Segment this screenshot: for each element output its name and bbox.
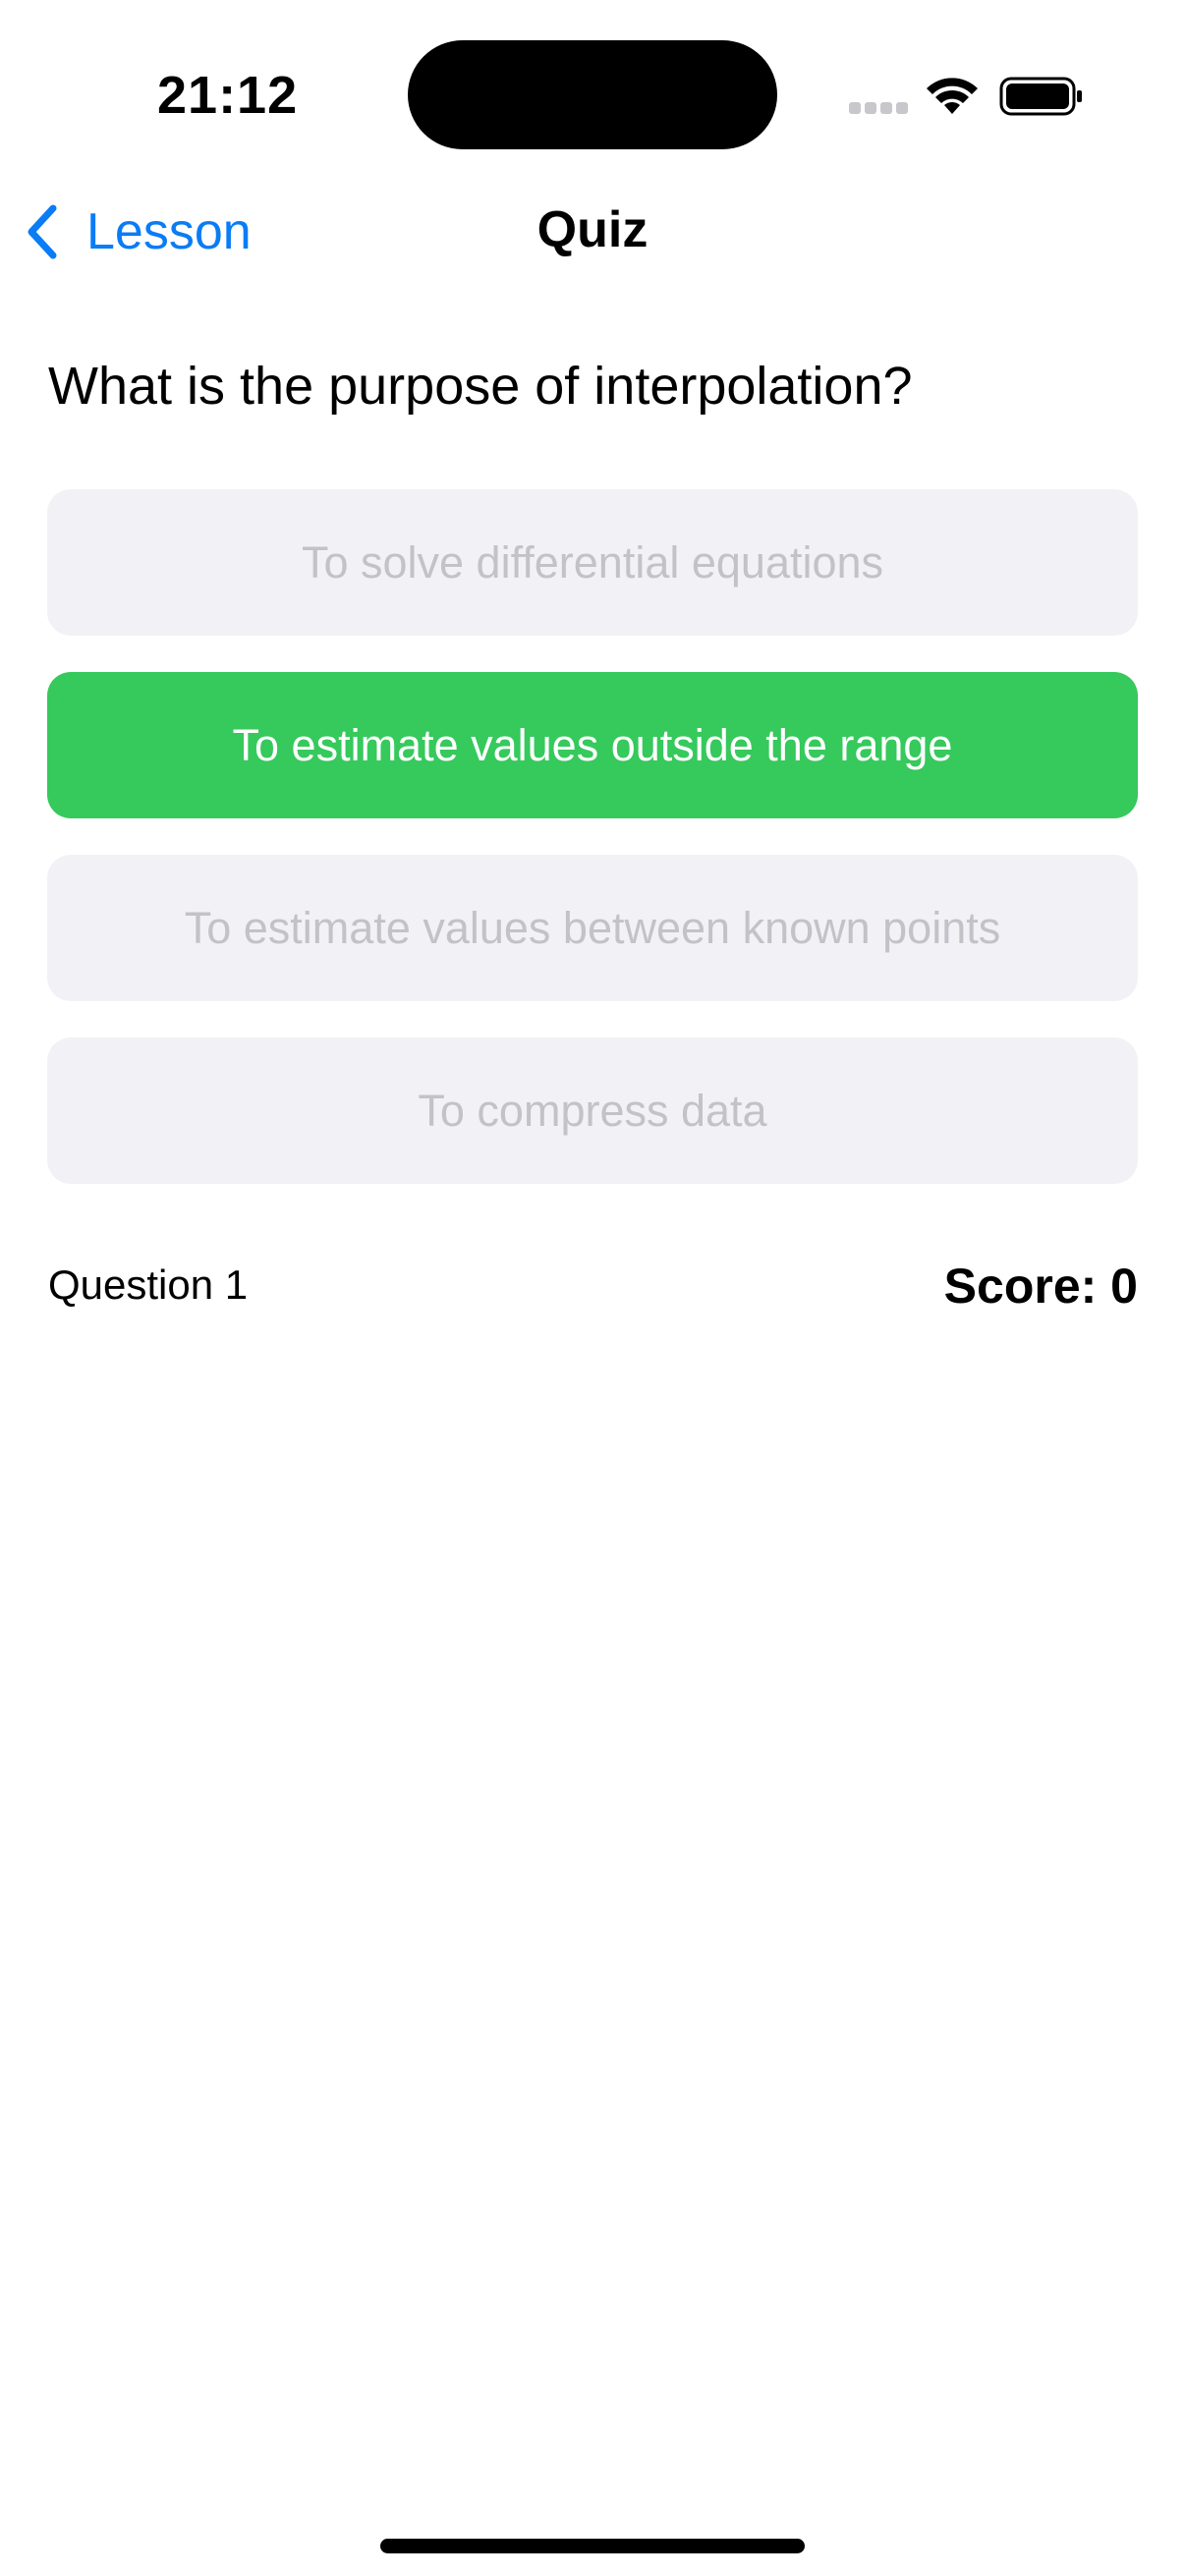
dynamic-island	[408, 40, 777, 149]
question-text: What is the purpose of interpolation?	[48, 357, 913, 416]
answer-option-4[interactable]: To compress data	[47, 1037, 1138, 1184]
status-time: 21:12	[157, 66, 299, 125]
wifi-icon	[927, 78, 978, 114]
answer-option-3[interactable]: To estimate values between known points	[47, 855, 1138, 1001]
page-title: Quiz	[536, 201, 649, 258]
home-indicator[interactable]	[380, 2539, 805, 2553]
score-label: Score: 0	[943, 1259, 1138, 1314]
question-counter: Question 1	[48, 1261, 249, 1308]
answer-option-1[interactable]: To solve differential equations	[47, 489, 1138, 636]
cellular-signal-icon	[849, 102, 908, 116]
answer-options: To solve differential equations To estim…	[47, 489, 1138, 1220]
battery-icon	[999, 77, 1082, 116]
answer-option-2[interactable]: To estimate values outside the range	[47, 672, 1138, 818]
